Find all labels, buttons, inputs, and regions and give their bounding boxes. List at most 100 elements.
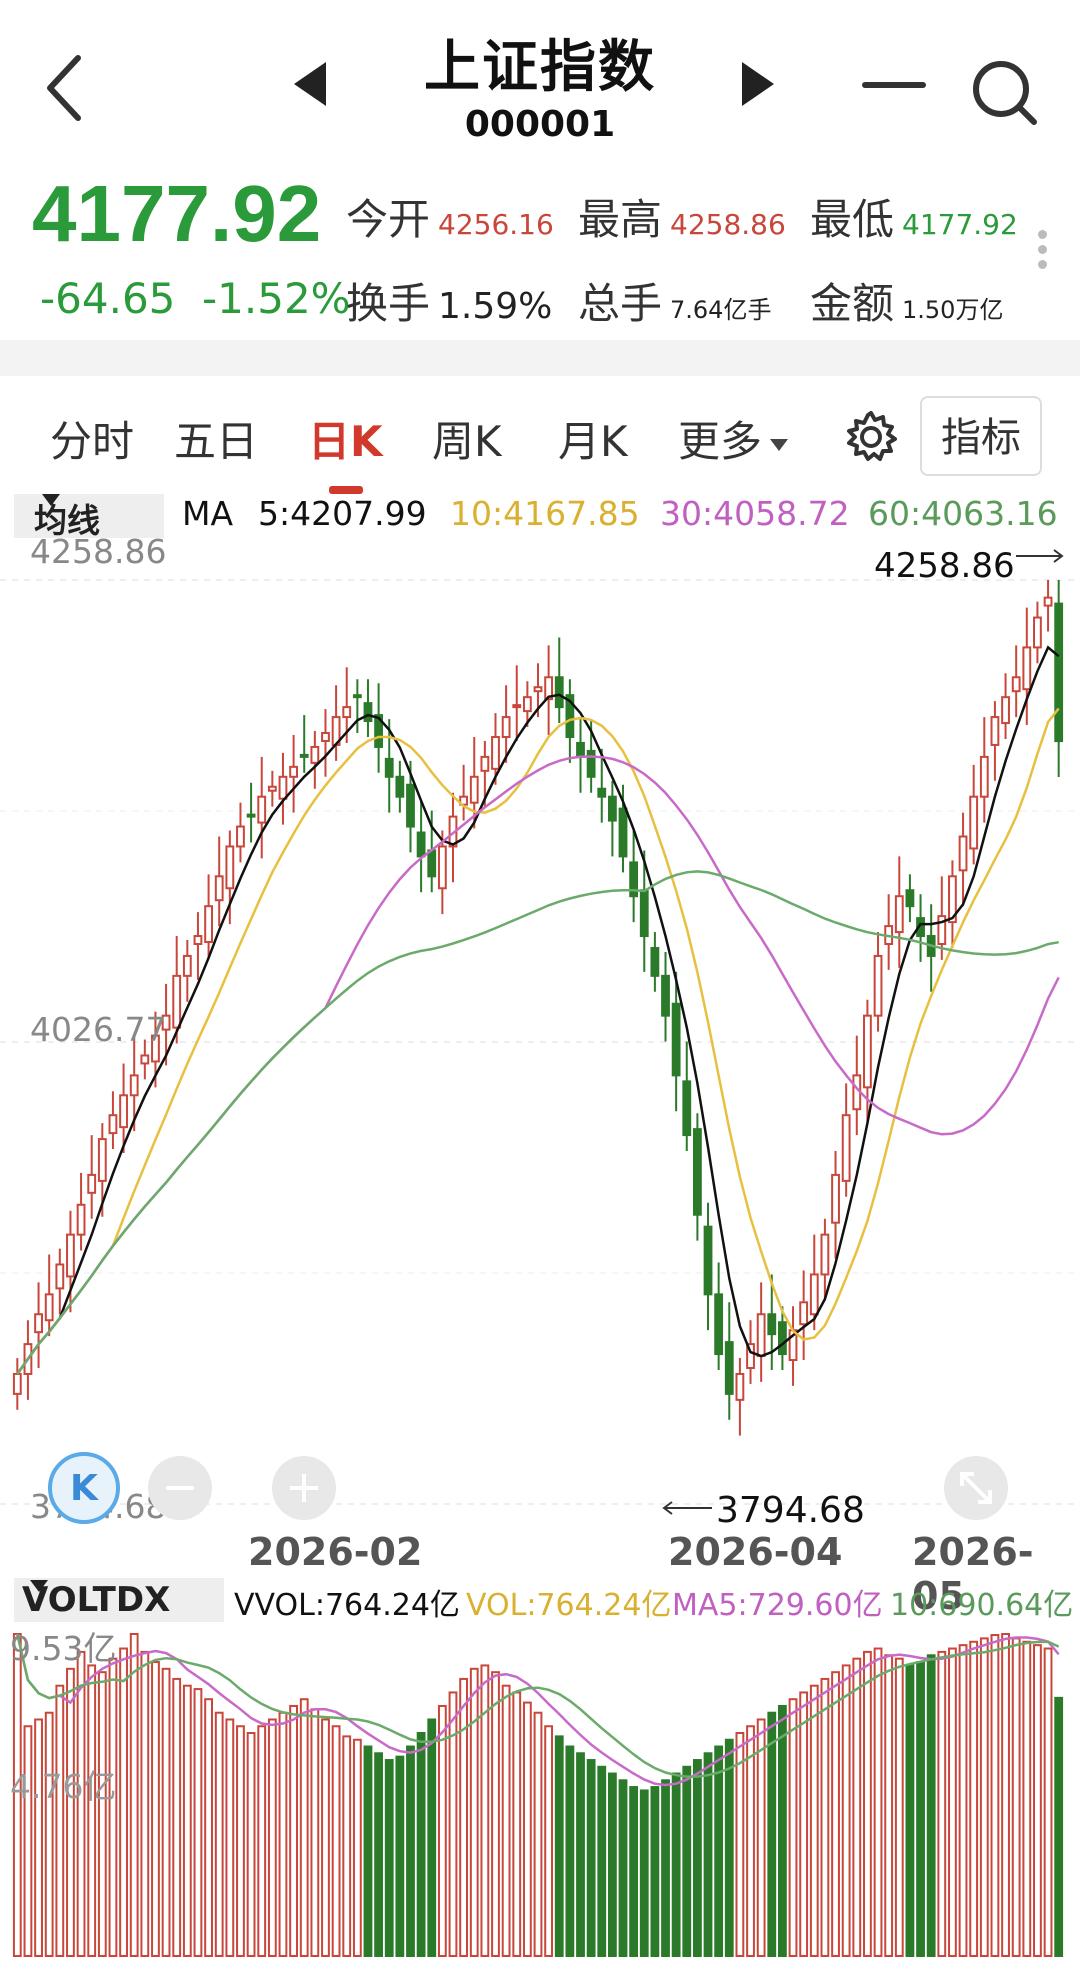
volume-bar — [395, 1755, 405, 1957]
volume-bar — [629, 1786, 639, 1957]
candle-body — [384, 757, 394, 778]
volume-bar — [799, 1691, 809, 1957]
candle-body — [12, 1372, 22, 1395]
volume-legend: VOLTDX VVOL:764.24亿 VOL:764.24亿 MA5:729.… — [0, 1580, 1080, 1626]
candle-body — [1033, 616, 1042, 649]
volume-bar — [565, 1745, 575, 1958]
vol-ma5-value: MA5:729.60亿 — [672, 1588, 883, 1623]
back-icon[interactable] — [40, 48, 100, 128]
volume-bar — [87, 1664, 97, 1957]
volume-field: 总手 7.64亿手 — [578, 270, 771, 331]
candle-body — [34, 1313, 43, 1334]
tab-daily-k[interactable]: 日K — [308, 408, 383, 469]
tab-monthly-k[interactable]: 月K — [558, 408, 628, 469]
candle-body — [778, 1321, 787, 1356]
volume-bar — [873, 1647, 883, 1957]
ma30-value: 30:4058.72 — [660, 494, 850, 533]
chevron-down-icon — [30, 1580, 48, 1592]
volume-bar — [661, 1779, 670, 1957]
candle-body — [576, 741, 585, 758]
candle-body — [182, 954, 192, 977]
volume-bar — [289, 1704, 298, 1957]
tab-five-day[interactable]: 五日 — [174, 408, 258, 469]
zoom-in-icon[interactable] — [272, 1456, 336, 1520]
open-label: 今开 — [346, 195, 431, 244]
volume-bar — [533, 1711, 543, 1957]
candle-body — [44, 1293, 54, 1322]
volume-bar — [831, 1671, 840, 1957]
tab-more[interactable]: 更多 — [678, 408, 789, 469]
x-label-apr: 2026-04 — [668, 1530, 843, 1574]
volume-chart[interactable] — [0, 1624, 1080, 1964]
gear-icon[interactable] — [842, 408, 900, 466]
volume-bar — [650, 1786, 660, 1957]
volume-bar — [480, 1664, 490, 1957]
candle-body — [703, 1225, 713, 1296]
vol-ma10-value: 10:690.64亿 — [890, 1588, 1074, 1623]
candle-body — [820, 1233, 830, 1276]
candle-body — [236, 825, 245, 848]
candle-body — [692, 1128, 702, 1216]
candle-body — [831, 1173, 840, 1224]
tab-weekly-k[interactable]: 周K — [432, 408, 502, 469]
low-label: 最低 — [810, 195, 895, 244]
volume-bar — [618, 1779, 628, 1957]
volume-bar — [746, 1725, 755, 1957]
candle-body — [225, 845, 235, 890]
y-axis-top: 4258.86 — [30, 532, 167, 571]
volume-bar — [905, 1664, 915, 1957]
volume-bar — [225, 1718, 235, 1957]
volume-bar — [522, 1701, 532, 1957]
candle-body — [55, 1263, 65, 1290]
volume-bar — [331, 1725, 341, 1957]
volume-bar — [469, 1667, 479, 1958]
volume-bar — [544, 1725, 554, 1957]
volume-bar — [597, 1765, 607, 1957]
minus-icon[interactable] — [862, 82, 926, 88]
volume-bar — [607, 1772, 617, 1957]
zoom-out-icon[interactable] — [148, 1456, 212, 1520]
period-tabs: 分时 五日 日K 周K 月K 更多 — [0, 376, 1080, 494]
volume-bar — [342, 1735, 352, 1957]
ma60-line — [16, 870, 1059, 1375]
candle-body — [894, 895, 904, 934]
candle-body — [310, 745, 320, 764]
tab-intraday[interactable]: 分时 — [50, 408, 134, 469]
k-icon-button[interactable]: K — [48, 1452, 120, 1524]
candle-body — [597, 787, 607, 798]
turnover-field: 换手 1.59% — [346, 270, 552, 331]
page-title: 上证指数 — [424, 35, 656, 100]
prev-stock-icon[interactable] — [294, 62, 326, 106]
volume-bar — [310, 1708, 320, 1957]
candle-body — [172, 974, 182, 1029]
candle-body — [863, 1014, 872, 1089]
next-stock-icon[interactable] — [742, 62, 774, 106]
volume-bar — [724, 1738, 734, 1957]
volume-bar — [682, 1765, 692, 1957]
candle-body — [522, 696, 532, 713]
candle-body — [395, 775, 405, 798]
candle-body — [682, 1080, 692, 1137]
high-field: 最高 4258.86 — [578, 186, 786, 247]
candle-body — [416, 831, 426, 858]
volume-bar — [437, 1704, 447, 1957]
expand-icon[interactable] — [944, 1456, 1008, 1520]
volume-bar — [1022, 1640, 1032, 1958]
search-icon[interactable] — [968, 56, 1040, 128]
candle-body — [246, 813, 256, 818]
volume-bar — [384, 1759, 394, 1957]
candle-body — [958, 835, 968, 872]
more-dots-icon[interactable] — [1038, 230, 1048, 280]
volume-bar — [1001, 1633, 1010, 1957]
candle-body — [427, 849, 437, 878]
candle-body — [512, 704, 522, 709]
indicator-button[interactable]: 指标 — [920, 396, 1042, 476]
volume-bar — [937, 1650, 947, 1958]
candle-body — [714, 1293, 724, 1356]
volume-bar — [267, 1718, 277, 1957]
candle-body — [257, 795, 267, 824]
volume-bar — [767, 1711, 777, 1957]
y-axis-mid: 4026.77 — [30, 1010, 167, 1049]
open-field: 今开 4256.16 — [346, 186, 554, 247]
volume-bar — [778, 1704, 787, 1957]
